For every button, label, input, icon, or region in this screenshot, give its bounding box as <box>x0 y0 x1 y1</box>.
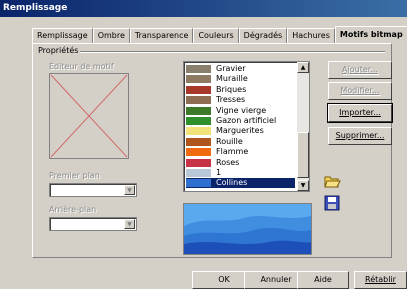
window-title: Remplissage <box>0 0 407 17</box>
bitmap-item-label: Gazon artificiel <box>216 116 277 125</box>
background-select[interactable]: ▼ <box>49 217 137 231</box>
import-button-label: Importer... <box>339 108 381 117</box>
background-label: Arrière-plan <box>49 205 97 214</box>
bitmap-item-label: Flamme <box>216 147 249 157</box>
tab-couleurs[interactable]: Couleurs <box>193 28 239 43</box>
foreground-label: Premier plan <box>49 171 100 180</box>
add-button[interactable]: Ajouter... <box>328 61 392 79</box>
folder-open-glyph <box>324 176 341 188</box>
bitmap-list-item[interactable]: Muraille <box>186 74 295 84</box>
bitmap-list-item[interactable]: Tresses <box>186 95 295 105</box>
group-divider <box>80 51 385 53</box>
ok-button-label: OK <box>218 275 230 284</box>
bitmap-swatch <box>186 106 211 115</box>
bitmap-list-item[interactable]: Collines <box>186 178 295 189</box>
bitmap-item-label: Marguerites <box>216 126 264 136</box>
tab-remplissage[interactable]: Remplissage <box>32 28 93 43</box>
delete-button-label: Supprimer... <box>335 131 385 140</box>
scroll-down-icon[interactable]: ▼ <box>297 180 309 191</box>
cancel-button-label: Annuler <box>260 275 292 284</box>
bitmap-item-label: Collines <box>216 178 248 188</box>
bitmap-list-item[interactable]: Vigne vierge <box>186 106 295 116</box>
tab-degrades[interactable]: Dégradés <box>238 28 288 43</box>
bitmap-item-label: Muraille <box>216 74 248 84</box>
bitmap-swatch <box>186 96 211 105</box>
folder-open-icon[interactable] <box>323 172 341 190</box>
bitmap-list[interactable]: Gravier Muraille Briques Tresses Vigne vierg… <box>183 61 310 192</box>
bitmap-list-item[interactable]: Roses <box>186 158 295 168</box>
bitmap-item-label: 1 <box>216 168 222 177</box>
save-disk-icon[interactable] <box>323 194 341 212</box>
bitmap-swatch <box>186 75 211 84</box>
pattern-editor <box>49 73 129 159</box>
properties-group-label: Propriétés <box>38 46 79 55</box>
collines-preview-image <box>184 204 311 254</box>
modify-button[interactable]: Modifier... <box>328 82 392 100</box>
tab-motifs-bitmap[interactable]: Motifs bitmap <box>334 26 407 43</box>
bitmap-list-item[interactable]: Flamme <box>186 147 295 157</box>
tab-ombre[interactable]: Ombre <box>92 28 130 43</box>
bitmap-item-label: Rouille <box>216 136 243 146</box>
help-button-label: Aide <box>314 275 332 284</box>
reset-button[interactable]: Rétablir <box>354 271 407 289</box>
bitmap-item-label: Vigne vierge <box>216 105 267 115</box>
bitmap-swatch <box>186 179 211 188</box>
bitmap-preview <box>183 203 312 255</box>
bitmap-list-item[interactable]: Briques <box>186 85 295 95</box>
foreground-select[interactable]: ▼ <box>49 183 137 197</box>
bitmap-swatch <box>186 65 211 73</box>
chevron-down-icon[interactable]: ▼ <box>124 219 135 229</box>
list-scrollbar[interactable]: ▲ ▼ <box>297 62 309 191</box>
bitmap-swatch <box>186 148 211 157</box>
delete-button[interactable]: Supprimer... <box>328 127 392 145</box>
add-button-label: Ajouter... <box>342 65 378 74</box>
reset-button-label: Rétablir <box>365 275 396 284</box>
bitmap-list-item[interactable]: Marguerites <box>186 126 295 136</box>
tab-bar: Remplissage Ombre Transparence Couleurs … <box>32 26 407 43</box>
bitmap-swatch <box>186 137 211 146</box>
help-button[interactable]: Aide <box>297 271 349 289</box>
tab-hachures[interactable]: Hachures <box>287 28 335 43</box>
tab-transparence[interactable]: Transparence <box>129 28 194 43</box>
pattern-editor-cross <box>50 74 128 158</box>
bitmap-item-label: Briques <box>216 84 247 94</box>
bitmap-item-label: Tresses <box>216 95 246 105</box>
bitmap-list-item[interactable]: Gravier <box>186 64 295 74</box>
footer-bar: OK Annuler Aide Rétablir <box>0 271 407 289</box>
scroll-thumb[interactable] <box>297 132 309 178</box>
bitmap-swatch <box>186 169 211 177</box>
bitmap-swatch <box>186 85 211 94</box>
chevron-down-icon[interactable]: ▼ <box>124 185 135 195</box>
scroll-up-icon[interactable]: ▲ <box>297 62 309 73</box>
save-disk-glyph <box>324 195 340 211</box>
modify-button-label: Modifier... <box>340 86 380 95</box>
bitmap-swatch <box>186 127 211 136</box>
import-button[interactable]: Importer... <box>327 103 393 123</box>
fill-dialog: Remplissage Remplissage Ombre Transparen… <box>0 0 407 289</box>
pattern-editor-label: Éditeur de motif <box>49 62 114 71</box>
bitmap-list-item[interactable]: 1 <box>186 168 295 178</box>
bitmap-swatch <box>186 158 211 167</box>
bitmap-swatch <box>186 117 211 125</box>
bitmap-list-item[interactable]: Rouille <box>186 137 295 147</box>
bitmap-item-label: Gravier <box>216 64 246 73</box>
bitmap-list-item[interactable]: Gazon artificiel <box>186 116 295 126</box>
bitmap-item-label: Roses <box>216 157 240 167</box>
